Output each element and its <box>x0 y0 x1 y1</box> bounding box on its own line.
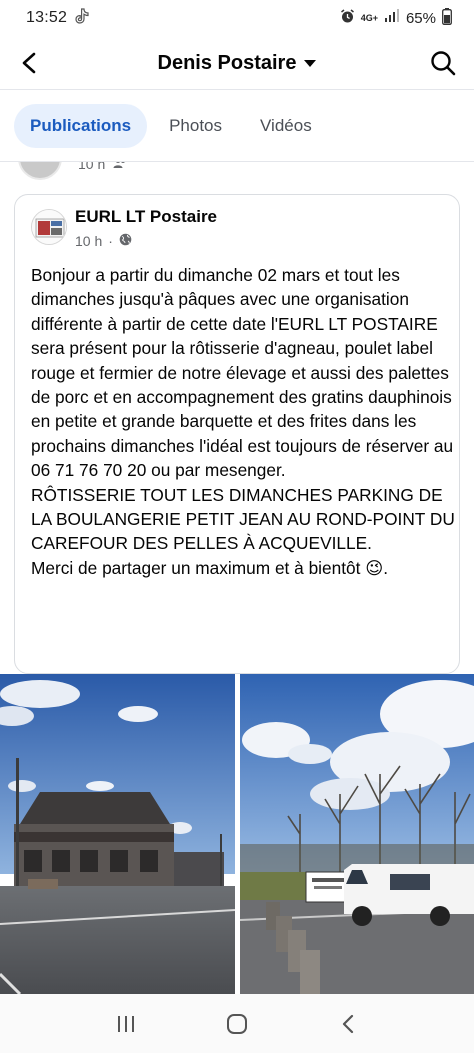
post-photos <box>0 674 474 994</box>
friends-icon <box>113 162 127 172</box>
header-title-group: Denis Postaire <box>0 36 474 90</box>
signal-icon <box>384 9 400 27</box>
search-icon[interactable] <box>428 48 458 78</box>
avatar[interactable] <box>31 209 67 245</box>
status-time: 13:52 <box>26 9 68 26</box>
meta-separator: · <box>108 233 113 249</box>
avatar[interactable] <box>18 162 62 180</box>
previous-post-sliver: 10 h <box>0 162 474 182</box>
status-right: 4G+ 65% <box>340 7 452 29</box>
post-text: Bonjour a partir du dimanche 02 mars et … <box>31 265 455 578</box>
post-time[interactable]: 10 h <box>75 233 102 249</box>
profile-header: Denis Postaire <box>0 36 474 90</box>
previous-post-meta: 10 h <box>78 162 127 172</box>
home-icon[interactable] <box>217 1004 257 1044</box>
tab-photos[interactable]: Photos <box>153 104 238 148</box>
caret-down-icon[interactable] <box>304 59 317 67</box>
recent-apps-icon[interactable] <box>106 1004 146 1044</box>
post-author[interactable]: EURL LT Postaire <box>75 207 217 227</box>
post-card: EURL LT Postaire 10 h · Bonjour a partir… <box>14 194 460 674</box>
battery-icon <box>442 7 452 29</box>
profile-tabs: Publications Photos Vidéos <box>0 90 474 162</box>
back-icon[interactable] <box>328 1004 368 1044</box>
battery-percent: 65% <box>405 9 436 27</box>
photo-van-parking[interactable] <box>240 674 474 994</box>
post-meta: 10 h · <box>75 233 132 249</box>
photo-building-parking[interactable] <box>0 674 235 994</box>
globe-icon <box>119 233 132 249</box>
alarm-icon <box>340 8 355 28</box>
tab-videos[interactable]: Vidéos <box>244 104 328 148</box>
status-left: 13:52 <box>26 7 89 29</box>
tab-publications[interactable]: Publications <box>14 103 148 148</box>
page-title[interactable]: Denis Postaire <box>158 52 297 75</box>
tiktok-icon <box>75 7 89 29</box>
back-arrow-icon[interactable] <box>14 47 46 79</box>
post-time[interactable]: 10 h <box>78 162 105 172</box>
status-bar: 13:52 4G+ 65% <box>0 0 474 36</box>
network-label: 4G+ <box>360 12 378 23</box>
system-nav-bar <box>0 994 474 1053</box>
